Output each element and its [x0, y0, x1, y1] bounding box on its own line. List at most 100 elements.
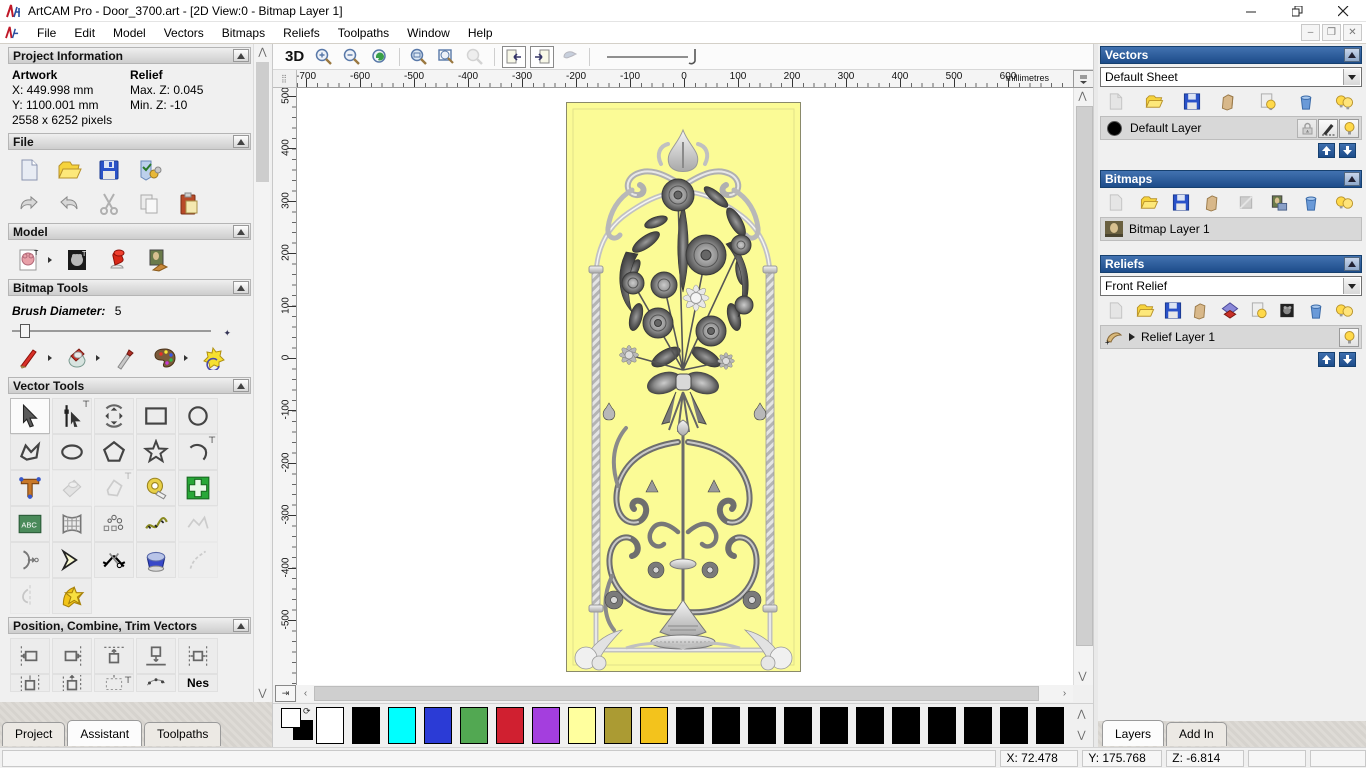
align-left-tool[interactable] — [10, 638, 50, 674]
nesting-tool[interactable]: Nes — [178, 674, 218, 692]
scroll-up-button[interactable]: ⋀ — [1073, 704, 1090, 725]
layer-visibility-button[interactable] — [1339, 328, 1359, 347]
brush-diameter-slider[interactable]: ✦ — [12, 324, 239, 338]
assistant-scrollbar[interactable]: ⋀ ⋁ — [253, 44, 270, 702]
lighting-button[interactable] — [102, 246, 132, 274]
palette-scrollbar[interactable]: ⋀ ⋁ — [1073, 704, 1094, 748]
fillet-tool[interactable] — [136, 542, 176, 578]
align-contour-tool[interactable]: ⊤ — [94, 674, 134, 692]
colour-swatch[interactable] — [820, 707, 848, 744]
minimize-button[interactable] — [1228, 0, 1274, 22]
delete-relief-button[interactable] — [1304, 299, 1328, 321]
collapse-button[interactable] — [1344, 172, 1360, 186]
collapse-button[interactable] — [233, 379, 249, 392]
switch-3d-button[interactable]: 3D — [281, 48, 308, 65]
align-bottom-tool[interactable] — [136, 638, 176, 674]
move-layer-down-button[interactable] — [1339, 143, 1356, 158]
paste-button[interactable] — [174, 190, 204, 218]
combine-relief-button[interactable] — [1218, 299, 1242, 321]
menu-item[interactable]: Help — [459, 24, 502, 42]
magic-select-button[interactable] — [198, 344, 228, 372]
transform-tool[interactable] — [94, 398, 134, 434]
save-model-button[interactable] — [94, 156, 124, 184]
colour-swatch[interactable] — [748, 707, 776, 744]
drawing-canvas[interactable] — [297, 88, 1073, 685]
scroll-up-button[interactable]: ⋀ — [1074, 88, 1091, 105]
colour-swatch[interactable] — [784, 707, 812, 744]
pick-colour-button[interactable] — [110, 344, 140, 372]
snap-right-toggle[interactable] — [530, 45, 555, 68]
toggle-visibility-button[interactable] — [1256, 90, 1280, 112]
ellipse-tool[interactable] — [52, 434, 92, 470]
colour-swatch[interactable] — [352, 707, 380, 744]
delete-bitmap-button[interactable] — [1299, 191, 1323, 213]
open-vector-layer-button[interactable] — [1142, 90, 1166, 112]
merge-relief-button[interactable] — [1190, 299, 1214, 321]
relief-select[interactable]: Front Relief — [1100, 276, 1362, 296]
colour-swatch[interactable] — [496, 707, 524, 744]
select-tool[interactable] — [10, 398, 50, 434]
dropdown-arrow-icon[interactable] — [1343, 278, 1360, 294]
bitmap-image-button[interactable] — [1267, 191, 1291, 213]
all-layers-visible-button[interactable] — [1332, 90, 1356, 112]
mirror-tool[interactable] — [10, 578, 50, 614]
canvas-horizontal-scrollbar[interactable]: ‹ › — [297, 685, 1073, 702]
greyscale-relief-button[interactable] — [1275, 299, 1299, 321]
panel-tab[interactable]: Toolpaths — [144, 722, 222, 746]
colour-swatch[interactable] — [460, 707, 488, 744]
align-v-center-tool[interactable] — [52, 674, 92, 692]
primary-secondary-colours[interactable]: ⟳ — [281, 706, 315, 744]
new-model-button[interactable] — [14, 156, 44, 184]
zoom-in-button[interactable] — [312, 46, 336, 68]
new-relief-layer-button[interactable] — [1104, 299, 1128, 321]
merge-vector-layers-button[interactable] — [1218, 90, 1242, 112]
menu-item[interactable]: Vectors — [155, 24, 213, 42]
colour-swatch[interactable] — [856, 707, 884, 744]
lock-layer-button[interactable] — [1297, 119, 1317, 138]
merge-bitmap-button[interactable] — [1202, 191, 1226, 213]
child-restore-button[interactable]: ❐ — [1322, 24, 1341, 41]
all-reliefs-visible-button[interactable] — [1332, 299, 1356, 321]
colour-swatch[interactable] — [568, 707, 596, 744]
collapse-button[interactable] — [233, 619, 249, 632]
set-model-size-button[interactable]: T — [14, 246, 44, 274]
colour-swatch[interactable] — [928, 707, 956, 744]
move-layer-down-button[interactable] — [1339, 352, 1356, 367]
scatter-tool[interactable] — [136, 674, 176, 692]
collapse-button[interactable] — [1344, 257, 1360, 271]
snap-layer-button[interactable] — [1318, 119, 1338, 138]
colour-swatch[interactable] — [388, 707, 416, 744]
invert-model-button[interactable]: T — [62, 246, 92, 274]
collapse-button[interactable] — [233, 225, 249, 238]
scroll-thumb[interactable] — [314, 686, 1039, 701]
colour-swatch[interactable] — [676, 707, 704, 744]
scroll-down-button[interactable]: ⋁ — [254, 685, 271, 702]
colour-swatch[interactable] — [424, 707, 452, 744]
colour-palette-button[interactable] — [150, 344, 180, 372]
save-bitmap-button[interactable] — [1169, 191, 1193, 213]
move-layer-up-button[interactable] — [1318, 352, 1335, 367]
menu-item[interactable]: Bitmaps — [213, 24, 274, 42]
panel-tab[interactable]: Assistant — [67, 720, 143, 746]
spline-tool[interactable] — [136, 506, 176, 542]
restore-button[interactable] — [1274, 0, 1320, 22]
align-h-center-tool[interactable] — [10, 674, 50, 692]
layer-colour-swatch[interactable] — [1107, 120, 1122, 136]
open-bitmap-button[interactable] — [1137, 191, 1161, 213]
ruler-origin-button[interactable]: ⣿ — [273, 70, 297, 88]
bitmap-layer-row[interactable]: Bitmap Layer 1 — [1100, 217, 1362, 241]
expand-arrow-icon[interactable] — [1129, 333, 1135, 341]
text-abc-tool[interactable]: ABC — [10, 506, 50, 542]
flood-fill-button[interactable] — [62, 344, 92, 372]
scroll-down-button[interactable]: ⋁ — [1073, 725, 1090, 746]
free-curve-tool[interactable] — [178, 542, 218, 578]
layer-visibility-button[interactable] — [1339, 119, 1359, 138]
paste-cross-tool[interactable] — [178, 470, 218, 506]
zoom-out-button[interactable] — [340, 46, 364, 68]
cut-button[interactable] — [94, 190, 124, 218]
collapse-button[interactable] — [233, 49, 249, 62]
panel-tab[interactable]: Project — [2, 722, 66, 746]
envelope-tool[interactable] — [178, 506, 218, 542]
relief-layer-row[interactable]: + Relief Layer 1 — [1100, 325, 1362, 349]
vector-sheet-select[interactable]: Default Sheet — [1100, 67, 1362, 87]
